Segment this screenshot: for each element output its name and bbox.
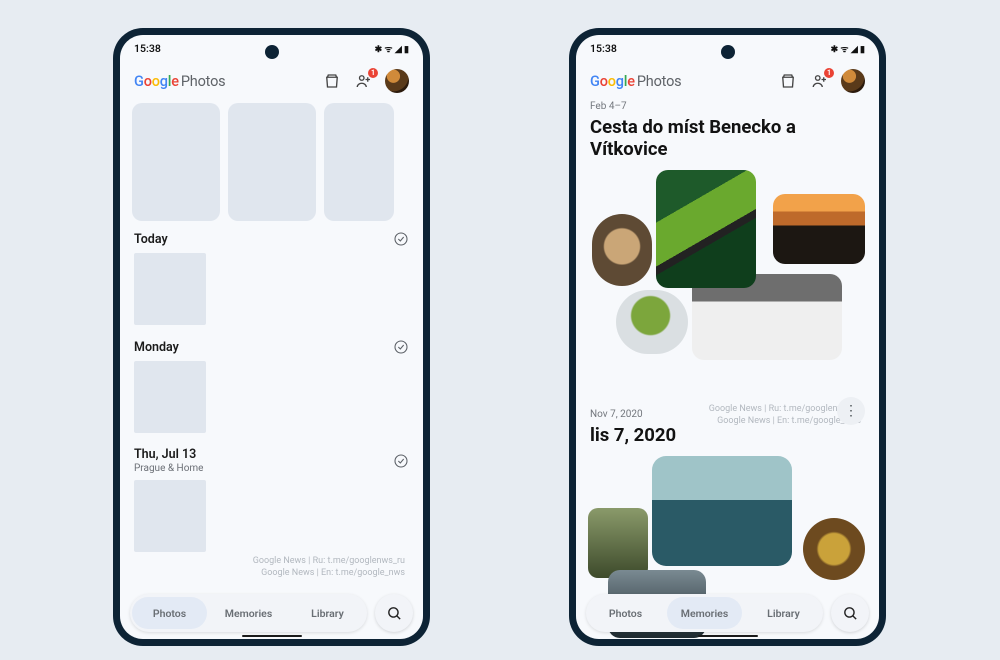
memories-carousel[interactable]	[120, 101, 423, 221]
collage-photo[interactable]	[656, 170, 756, 288]
bottom-nav: Photos Memories Library	[130, 593, 413, 633]
tab-memories[interactable]: Memories	[209, 594, 288, 632]
memory-card[interactable]	[324, 103, 394, 221]
group-title: Today	[134, 232, 168, 247]
memory-date: Feb 4–7	[590, 101, 865, 112]
date-group: Today	[120, 221, 423, 329]
watermark-credits: Google News | Ru: t.me/googlenws_ru Goog…	[253, 555, 405, 579]
memory-title[interactable]: Cesta do míst Benecko a Vítkovice	[590, 116, 865, 160]
status-icons: ✱ ᯤ ◢ ▮	[375, 42, 409, 55]
date-group: Monday	[120, 329, 423, 437]
memory-card[interactable]	[132, 103, 220, 221]
gesture-bar	[242, 635, 302, 638]
tab-photos[interactable]: Photos	[586, 594, 665, 632]
search-button[interactable]	[375, 594, 413, 632]
bottom-nav: Photos Memories Library	[586, 593, 869, 633]
status-time: 15:38	[590, 42, 617, 55]
google-photos-logo: GooglePhotos	[590, 73, 681, 90]
app-bar: GooglePhotos 1	[576, 63, 879, 99]
tab-memories[interactable]: Memories	[665, 594, 744, 632]
screen: 15:38 ✱ ᯤ ◢ ▮ GooglePhotos 1	[120, 35, 423, 639]
phone-right: 15:38 ✱ ᯤ ◢ ▮ GooglePhotos 1	[569, 28, 886, 646]
select-all-icon[interactable]	[393, 339, 409, 355]
tab-library[interactable]: Library	[288, 594, 367, 632]
group-subtitle: Prague & Home	[134, 463, 203, 474]
account-avatar[interactable]	[841, 69, 865, 93]
screen: 15:38 ✱ ᯤ ◢ ▮ GooglePhotos 1	[576, 35, 879, 639]
collage-photo[interactable]	[616, 290, 688, 354]
nav-pill: Photos Memories Library	[586, 594, 823, 632]
status-icons: ✱ ᯤ ◢ ▮	[831, 42, 865, 55]
collage-photo[interactable]	[652, 456, 792, 566]
sharing-icon[interactable]: 1	[353, 70, 375, 92]
select-all-icon[interactable]	[393, 231, 409, 247]
account-avatar[interactable]	[385, 69, 409, 93]
collage-photo[interactable]	[773, 194, 865, 264]
phone-left: 15:38 ✱ ᯤ ◢ ▮ GooglePhotos 1	[113, 28, 430, 646]
photos-content: Today Monday Thu,	[120, 101, 423, 639]
sharing-icon[interactable]: 1	[809, 70, 831, 92]
collage-photo[interactable]	[588, 508, 648, 578]
tab-photos[interactable]: Photos	[130, 594, 209, 632]
more-options-button[interactable]: ⋮	[837, 397, 865, 425]
google-photos-logo: GooglePhotos	[134, 73, 225, 90]
date-group: Thu, Jul 13 Prague & Home	[120, 437, 423, 556]
gesture-bar	[698, 635, 758, 638]
print-store-icon[interactable]	[777, 70, 799, 92]
memories-content: Feb 4–7 Cesta do míst Benecko a Vítkovic…	[576, 101, 879, 639]
more-vert-icon: ⋮	[844, 408, 858, 414]
collage-photo[interactable]	[592, 214, 652, 286]
camera-punch-hole	[721, 45, 735, 59]
camera-punch-hole	[265, 45, 279, 59]
memory-title[interactable]: lis 7, 2020	[590, 424, 865, 446]
collage-photo[interactable]	[803, 518, 865, 580]
tab-library[interactable]: Library	[744, 594, 823, 632]
nav-pill: Photos Memories Library	[130, 594, 367, 632]
photo-thumb[interactable]	[134, 253, 206, 325]
status-time: 15:38	[134, 42, 161, 55]
photo-thumb[interactable]	[134, 361, 206, 433]
group-title: Monday	[134, 340, 179, 355]
memory-card[interactable]	[228, 103, 316, 221]
memory-header: Feb 4–7 Cesta do míst Benecko a Vítkovic…	[576, 101, 879, 160]
print-store-icon[interactable]	[321, 70, 343, 92]
sharing-badge: 1	[824, 68, 834, 78]
search-button[interactable]	[831, 594, 869, 632]
select-all-icon[interactable]	[393, 453, 409, 469]
sharing-badge: 1	[368, 68, 378, 78]
memory-collage[interactable]	[584, 166, 871, 361]
group-title: Thu, Jul 13	[134, 447, 203, 462]
app-bar: GooglePhotos 1	[120, 63, 423, 99]
photo-thumb[interactable]	[134, 480, 206, 552]
